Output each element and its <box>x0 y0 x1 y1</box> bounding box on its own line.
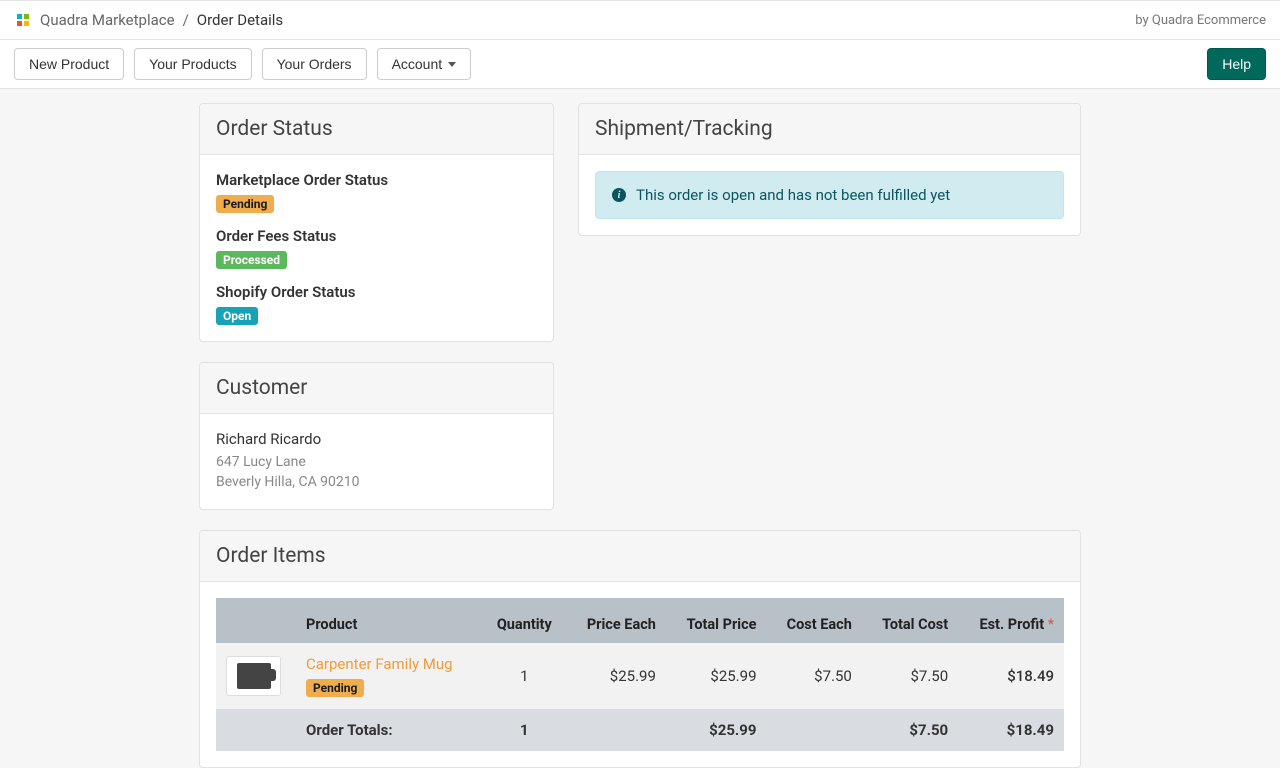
cell-qty: 1 <box>482 643 566 709</box>
breadcrumb-root[interactable]: Quadra Marketplace <box>40 11 175 29</box>
customer-name: Richard Ricardo <box>216 430 537 448</box>
totals-qty: 1 <box>482 709 566 751</box>
cell-total-cost: $7.50 <box>862 643 958 709</box>
order-items-table: Product Quantity Price Each Total Price … <box>216 598 1064 751</box>
footnote-star: * <box>1048 616 1054 633</box>
customer-address-line2: Beverly Hilla, CA 90210 <box>216 472 537 492</box>
chevron-down-icon <box>448 62 456 67</box>
cell-total-price: $25.99 <box>666 643 767 709</box>
shipment-alert: i This order is open and has not been fu… <box>595 171 1064 219</box>
totals-total-cost: $7.50 <box>862 709 958 751</box>
col-product: Product <box>296 598 482 643</box>
breadcrumb-sep: / <box>183 11 189 29</box>
logo-icon <box>14 11 32 29</box>
info-icon: i <box>612 188 626 202</box>
order-status-header: Order Status <box>200 104 553 155</box>
fees-status-label: Order Fees Status <box>216 227 537 245</box>
product-thumbnail[interactable] <box>226 656 281 696</box>
customer-card: Customer Richard Ricardo 647 Lucy Lane B… <box>199 362 554 510</box>
cell-cost-each: $7.50 <box>767 643 862 709</box>
col-quantity: Quantity <box>482 598 566 643</box>
shipment-header: Shipment/Tracking <box>579 104 1080 155</box>
new-product-button[interactable]: New Product <box>14 48 124 80</box>
fees-status-badge: Processed <box>216 251 287 269</box>
customer-header: Customer <box>200 363 553 414</box>
account-dropdown[interactable]: Account <box>377 48 472 80</box>
shopify-status-badge: Open <box>216 307 258 325</box>
shipment-message: This order is open and has not been fulf… <box>636 186 950 204</box>
order-items-card: Order Items Product Quantity Price Each … <box>199 530 1081 768</box>
shipment-card: Shipment/Tracking i This order is open a… <box>578 103 1081 236</box>
customer-address-line1: 647 Lucy Lane <box>216 452 537 472</box>
col-total-price: Total Price <box>666 598 767 643</box>
totals-label: Order Totals: <box>296 709 482 751</box>
your-products-button[interactable]: Your Products <box>134 48 251 80</box>
cell-price-each: $25.99 <box>566 643 666 709</box>
breadcrumb: Quadra Marketplace / Order Details <box>14 11 283 29</box>
col-cost-each: Cost Each <box>767 598 862 643</box>
cell-est-profit: $18.49 <box>958 643 1064 709</box>
totals-est-profit: $18.49 <box>958 709 1064 751</box>
totals-row: Order Totals: 1 $25.99 $7.50 $18.49 <box>216 709 1064 751</box>
totals-cost-each <box>767 709 862 751</box>
shopify-status-label: Shopify Order Status <box>216 283 537 301</box>
order-items-header: Order Items <box>200 531 1080 582</box>
byline: by Quadra Ecommerce <box>1135 13 1266 28</box>
product-link[interactable]: Carpenter Family Mug <box>306 655 453 673</box>
col-price-each: Price Each <box>566 598 666 643</box>
totals-total-price: $25.99 <box>666 709 767 751</box>
account-label: Account <box>392 56 443 72</box>
table-row: Carpenter Family Mug Pending 1 $25.99 $2… <box>216 643 1064 709</box>
order-status-card: Order Status Marketplace Order Status Pe… <box>199 103 554 342</box>
help-button[interactable]: Help <box>1207 48 1266 80</box>
col-est-profit: Est. Profit * <box>958 598 1064 643</box>
your-orders-button[interactable]: Your Orders <box>262 48 367 80</box>
marketplace-status-badge: Pending <box>216 195 274 213</box>
line-item-status-badge: Pending <box>306 679 364 697</box>
totals-price-each <box>566 709 666 751</box>
col-total-cost: Total Cost <box>862 598 958 643</box>
breadcrumb-current: Order Details <box>197 11 283 29</box>
marketplace-status-label: Marketplace Order Status <box>216 171 537 189</box>
